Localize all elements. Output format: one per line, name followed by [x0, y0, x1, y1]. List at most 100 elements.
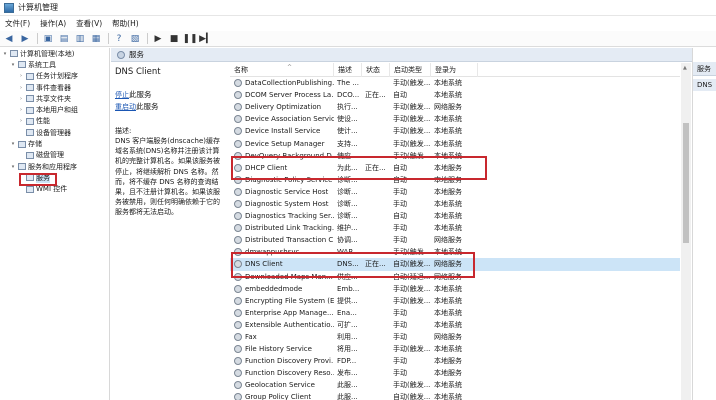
restart-icon[interactable]: ▶▎: [199, 33, 213, 45]
expand-icon[interactable]: ›: [18, 73, 24, 79]
service-gear-icon: [234, 127, 242, 136]
service-logon-cell: 本地系统: [434, 199, 462, 208]
tree-node[interactable]: › 事件查看器: [0, 82, 109, 93]
play-icon[interactable]: ▶: [151, 33, 165, 45]
expand-icon[interactable]: ▾: [2, 51, 8, 57]
stop-link-suffix: 此服务: [129, 90, 152, 99]
expand-icon[interactable]: ›: [18, 85, 24, 91]
table-row[interactable]: Device Association Service 使设... 手动(触发... 本…: [230, 113, 680, 125]
service-gear-icon: [234, 357, 242, 366]
service-logon-cell: 本地系统: [434, 345, 462, 354]
table-row[interactable]: Distributed Transaction C... 协调... 手动 网络服务: [230, 234, 680, 246]
expand-icon[interactable]: ›: [18, 96, 24, 102]
service-name: Encrypting File System (E...: [245, 296, 334, 305]
expand-icon[interactable]: ›: [18, 118, 24, 124]
tree-node[interactable]: 设备管理器: [0, 127, 109, 138]
service-name-cell: Device Setup Manager: [230, 139, 334, 148]
tree-node-label: 共享文件夹: [36, 94, 71, 103]
table-row[interactable]: Diagnostics Tracking Ser... 诊断... 自动 本地系统: [230, 210, 680, 222]
table-row[interactable]: Enterprise App Manage... Ena... 手动 本地系统: [230, 307, 680, 319]
expand-icon[interactable]: ▾: [10, 62, 16, 68]
service-startup-cell: 手动(触发...: [393, 284, 431, 293]
menu-action[interactable]: 操作(A): [35, 18, 71, 29]
expand-icon[interactable]: ›: [18, 107, 24, 113]
tree-node[interactable]: › 本地用户和组: [0, 104, 109, 115]
export-icon[interactable]: ▥: [73, 33, 87, 45]
menu-help[interactable]: 帮助(H): [107, 18, 144, 29]
table-row[interactable]: Encrypting File System (E... 提供... 手动(触发..…: [230, 295, 680, 307]
column-description[interactable]: 描述: [334, 63, 362, 77]
view-icon[interactable]: ▧: [128, 33, 142, 45]
tree-node[interactable]: ▾ 服务和应用程序: [0, 161, 109, 172]
column-log-on-as[interactable]: 登录为: [431, 63, 478, 77]
column-status[interactable]: 状态: [362, 63, 390, 77]
table-row[interactable]: Function Discovery Reso... 发布... 手动 本地服务: [230, 367, 680, 379]
scroll-up-icon[interactable]: ▲: [683, 65, 687, 71]
table-row[interactable]: DCOM Server Process La... DCO... 正在... 自动 本地…: [230, 89, 680, 101]
service-name-cell: Function Discovery Reso...: [230, 369, 334, 378]
table-row[interactable]: Device Setup Manager 支持... 手动(触发... 本地系统: [230, 137, 680, 149]
restart-service-link[interactable]: 重启动: [115, 103, 136, 111]
service-name: Device Association Service: [245, 115, 334, 124]
tree-node[interactable]: › 共享文件夹: [0, 93, 109, 104]
service-name-cell: Distributed Transaction C...: [230, 236, 334, 245]
table-row[interactable]: DataCollectionPublishing... The ... 手动(触发.…: [230, 77, 680, 89]
toolbar-separator: [108, 33, 109, 44]
tree-node[interactable]: 磁盘管理: [0, 150, 109, 161]
node-icon: [26, 117, 34, 125]
table-row[interactable]: Group Policy Client 此服... 自动(触发... 本地系统: [230, 391, 680, 400]
column-startup-type[interactable]: 启动类型: [390, 63, 431, 77]
forward-icon[interactable]: ▶: [18, 33, 32, 45]
tree-node[interactable]: ▾ 计算机管理(本地): [0, 48, 109, 59]
table-row[interactable]: embeddedmode Emb... 手动(触发... 本地系统: [230, 283, 680, 295]
menu-file[interactable]: 文件(F): [0, 18, 35, 29]
service-startup-cell: 手动(触发...: [393, 139, 431, 148]
expand-icon[interactable]: ▾: [10, 141, 16, 147]
menu-view[interactable]: 查看(V): [71, 18, 107, 29]
table-row[interactable]: Geolocation Service 此服... 手动(触发... 本地系统: [230, 379, 680, 391]
service-description-cell: 执行...: [337, 103, 358, 112]
pause-icon[interactable]: ❚❚: [182, 33, 197, 45]
vertical-scrollbar[interactable]: ▲: [681, 63, 691, 400]
service-gear-icon: [234, 236, 242, 245]
table-row[interactable]: Delivery Optimization 执行... 手动(触发... 网络服务: [230, 101, 680, 113]
column-name[interactable]: 名称: [230, 63, 334, 77]
tree-node[interactable]: › 性能: [0, 116, 109, 127]
actions-header[interactable]: 服务: [693, 62, 716, 76]
table-header: 名称 描述 状态 启动类型 登录为: [230, 63, 680, 77]
actions-item[interactable]: DNS: [693, 79, 716, 91]
service-description-cell: 维护...: [337, 224, 358, 233]
service-name: Distributed Transaction C...: [245, 236, 334, 245]
toolbar-separator: [147, 33, 148, 44]
scrollbar-thumb[interactable]: [683, 123, 689, 243]
node-icon: [18, 61, 26, 69]
properties-icon[interactable]: ▦: [89, 33, 103, 45]
actions-pane: 服务 DNS: [692, 48, 716, 400]
table-row[interactable]: Device Install Service 使计... 手动(触发... 本地系统: [230, 125, 680, 137]
tree-node[interactable]: ▾ 存储: [0, 138, 109, 149]
stop-icon[interactable]: ■: [167, 33, 181, 45]
table-row[interactable]: Diagnostic System Host 诊断... 手动 本地系统: [230, 198, 680, 210]
service-gear-icon: [234, 212, 242, 221]
stop-action: 停止此服务: [115, 89, 226, 100]
panel-header: 服务: [111, 48, 716, 62]
service-logon-cell: 本地服务: [434, 187, 462, 196]
show-hide-tree-icon[interactable]: ▤: [57, 33, 71, 45]
tree-node[interactable]: ▾ 系统工具: [0, 59, 109, 70]
expand-icon[interactable]: ▾: [10, 164, 16, 170]
back-icon[interactable]: ◀: [2, 33, 16, 45]
table-row[interactable]: Function Discovery Provi... FDP... 手动 本地服务: [230, 355, 680, 367]
table-row[interactable]: Extensible Authenticatio... 可扩... 手动 本地系统: [230, 319, 680, 331]
tree-node[interactable]: › 任务计划程序: [0, 71, 109, 82]
dns-highlight-box: [231, 252, 475, 278]
help-icon[interactable]: ?: [112, 33, 126, 45]
table-row[interactable]: Distributed Link Tracking... 维护... 手动 本地系统: [230, 222, 680, 234]
up-folder-icon[interactable]: ▣: [41, 33, 55, 45]
table-row[interactable]: File History Service 将用... 手动(触发... 本地系统: [230, 343, 680, 355]
service-details-pane: DNS Client 停止此服务 重启动此服务 描述: DNS 客户端服务(dn…: [111, 63, 229, 400]
service-description-cell: FDP...: [337, 357, 357, 366]
stop-service-link[interactable]: 停止: [115, 91, 129, 99]
table-row[interactable]: Fax 利用... 手动 网络服务: [230, 331, 680, 343]
tree-node-label: 存储: [28, 140, 42, 149]
table-row[interactable]: Diagnostic Service Host 诊断... 手动 本地服务: [230, 186, 680, 198]
